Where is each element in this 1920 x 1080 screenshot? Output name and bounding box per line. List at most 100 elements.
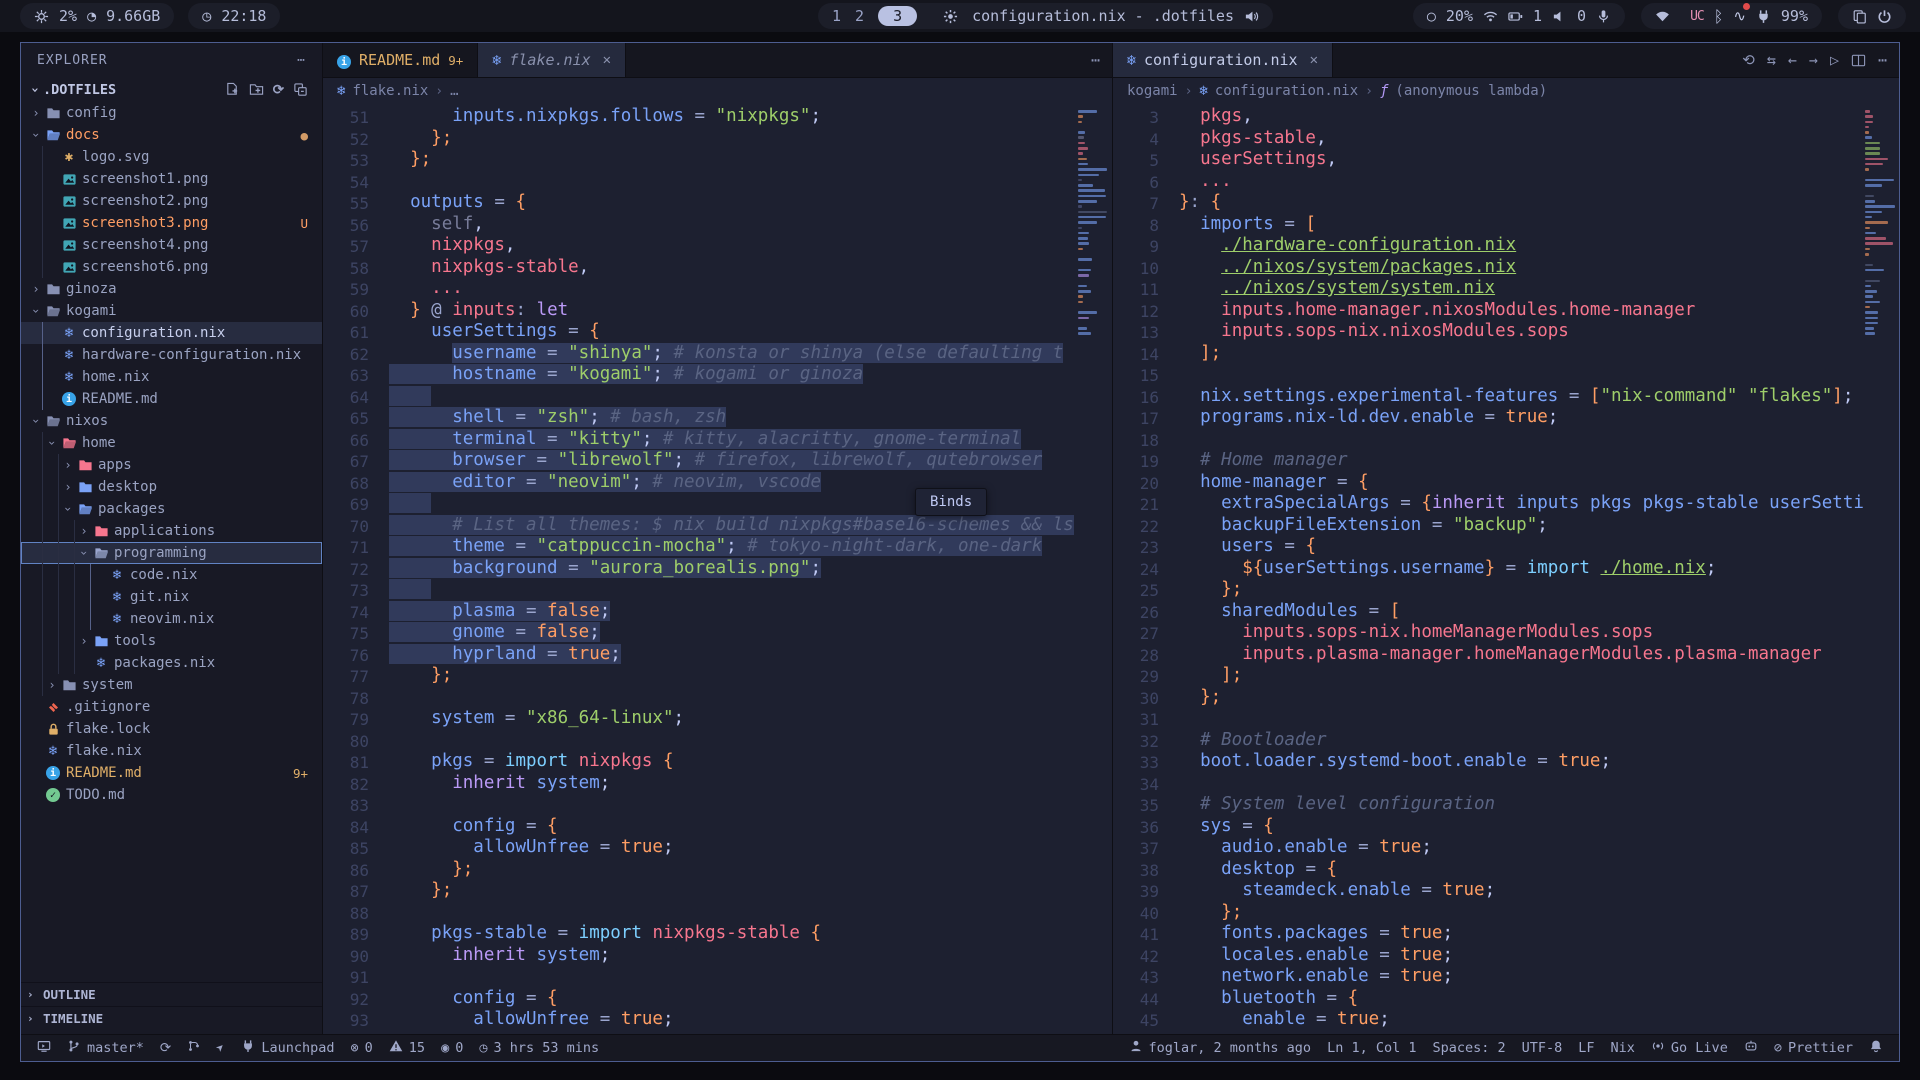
minimap-right[interactable] [1865,110,1897,338]
new-file-icon[interactable] [225,82,240,98]
tree-item-home[interactable]: ›home [21,432,322,454]
tree-item-screenshot1.png[interactable]: screenshot1.png [21,168,322,190]
chevron-right-icon[interactable]: › [77,524,91,538]
chevron-down-icon[interactable]: › [29,304,43,318]
topbar-pill-right-2[interactable] [1838,3,1906,29]
chevron-right-icon[interactable]: › [77,634,91,648]
status-item-nix[interactable]: Nix [1603,1035,1643,1061]
breadcrumb-right[interactable]: kogami›❄configuration.nix›ƒ(anonymous la… [1113,78,1899,104]
code-editor-left[interactable]: 51 inputs.nixpkgs.follows = "nixpkgs";52… [323,104,1112,1034]
status-item-warning[interactable]: 15 [381,1035,433,1061]
tree-item-README.md[interactable]: iREADME.md9+ [21,762,322,784]
tree-item-desktop[interactable]: ›desktop [21,476,322,498]
topbar-pill-right-1[interactable]: UCᛒ∿99% [1641,3,1822,29]
status-item-git-branch[interactable]: master* [59,1035,152,1061]
breadcrumb-item[interactable]: kogami [1127,83,1178,99]
tree-item-code.nix[interactable]: ❄code.nix [21,564,322,586]
close-icon[interactable]: ✕ [1310,52,1318,68]
minimap-left[interactable] [1078,110,1110,338]
breadcrumb-left[interactable]: ❄flake.nix›… [323,78,1112,104]
tree-item-ginoza[interactable]: ›ginoza [21,278,322,300]
status-item-error[interactable]: ⊗0 [343,1035,381,1061]
tab-configuration.nix[interactable]: ❄configuration.nix✕ [1113,43,1333,77]
tree-item-screenshot4.png[interactable]: screenshot4.png [21,234,322,256]
status-item-remote-window[interactable] [29,1035,59,1061]
tree-item-screenshot6.png[interactable]: screenshot6.png [21,256,322,278]
workspace-2[interactable]: 2 [855,7,864,25]
more-icon[interactable]: ⋯ [1091,51,1100,69]
tree-item-nixos[interactable]: ›nixos [21,410,322,432]
status-item-copilot[interactable] [1736,1035,1766,1061]
tree-item-system[interactable]: ›system [21,674,322,696]
compare-icon[interactable]: ⇆ [1767,51,1776,69]
tree-item-config[interactable]: ›config [21,102,322,124]
refresh-icon[interactable]: ⟳ [273,82,284,98]
breadcrumb-item[interactable]: (anonymous lambda) [1395,83,1547,99]
status-item-utf-8[interactable]: UTF-8 [1514,1035,1571,1061]
breadcrumb-item[interactable]: … [450,83,458,99]
chevron-right-icon[interactable]: › [61,480,75,494]
split-icon[interactable] [1851,53,1866,68]
tree-item-packages[interactable]: ›packages [21,498,322,520]
timeline-section[interactable]: › TIMELINE [21,1006,322,1030]
tree-item-programming[interactable]: ›programming [21,542,322,564]
history-icon[interactable]: ⟲ [1742,51,1755,69]
tab-README.md[interactable]: iREADME.md9+ [323,43,478,77]
chevron-right-icon[interactable]: › [29,106,43,120]
tree-item-TODO.md[interactable]: ✓TODO.md [21,784,322,806]
tree-item-README.md[interactable]: iREADME.md [21,388,322,410]
topbar-pill-right-0[interactable]: ○20%10 [1413,3,1625,29]
chevron-down-icon[interactable]: › [29,128,43,142]
status-item-sync[interactable]: ⟳ [152,1035,179,1061]
tree-item-home.nix[interactable]: ❄home.nix [21,366,322,388]
outline-section[interactable]: › OUTLINE [21,982,322,1006]
chevron-right-icon[interactable]: › [61,458,75,472]
tree-item-logo.svg[interactable]: ✱logo.svg [21,146,322,168]
collapse-icon[interactable] [293,82,308,98]
chevron-down-icon[interactable]: › [29,414,43,428]
status-item-broadcast[interactable]: ◉0 [433,1035,471,1061]
explorer-more-actions-icon[interactable]: ⋯ [297,53,306,68]
tree-item-packages.nix[interactable]: ❄packages.nix [21,652,322,674]
volume-icon[interactable] [1244,9,1259,24]
chevron-right-icon[interactable]: › [45,678,59,692]
breadcrumb-item[interactable]: flake.nix [352,83,428,99]
chevron-down-icon[interactable]: › [61,502,75,516]
status-item-ln-1-col-1[interactable]: Ln 1, Col 1 [1319,1035,1424,1061]
new-folder-icon[interactable] [249,82,264,98]
close-icon[interactable]: ✕ [603,52,611,68]
workspace-1[interactable]: 1 [832,7,841,25]
status-item-person[interactable]: foglar, 2 months ago [1121,1035,1320,1061]
workspace-root-row[interactable]: › .DOTFILES ⟳ [21,77,322,102]
status-item-git-graph[interactable] [179,1035,209,1061]
back-icon[interactable]: ← [1788,51,1797,69]
chevron-down-icon[interactable]: › [77,546,91,560]
status-item-lf[interactable]: LF [1570,1035,1602,1061]
status-item-spaces-2[interactable]: Spaces: 2 [1424,1035,1513,1061]
tree-item-neovim.nix[interactable]: ❄neovim.nix [21,608,322,630]
code-editor-right[interactable]: 3 pkgs,4 pkgs-stable,5 userSettings,6 ..… [1113,104,1899,1034]
tree-item-screenshot2.png[interactable]: screenshot2.png [21,190,322,212]
chevron-right-icon[interactable]: › [29,282,43,296]
tree-item-screenshot3.png[interactable]: screenshot3.pngU [21,212,322,234]
status-item-clock-small[interactable]: ◷3 hrs 53 mins [471,1035,607,1061]
tree-item-.gitignore[interactable]: .gitignore [21,696,322,718]
status-item-plug-small[interactable]: Launchpad [233,1035,342,1061]
tree-item-flake.lock[interactable]: flake.lock [21,718,322,740]
tree-item-docs[interactable]: ›docs● [21,124,322,146]
more-icon[interactable]: ⋯ [1878,51,1887,69]
topbar-pill-left-0[interactable]: 2%◔9.66GB [20,3,174,29]
status-item-prettier[interactable]: ⊘Prettier [1766,1035,1861,1061]
topbar-pill-left-1[interactable]: ◷22:18 [188,3,280,29]
status-item-go-live[interactable]: Go Live [1643,1035,1736,1061]
status-item-rocket[interactable]: ➤ [209,1035,233,1061]
tree-item-flake.nix[interactable]: ❄flake.nix [21,740,322,762]
status-item-bell[interactable] [1861,1035,1891,1061]
tree-item-applications[interactable]: ›applications [21,520,322,542]
chevron-down-icon[interactable]: › [45,436,59,450]
tab-flake.nix[interactable]: ❄flake.nix✕ [478,43,626,77]
tree-item-kogami[interactable]: ›kogami [21,300,322,322]
tree-item-tools[interactable]: ›tools [21,630,322,652]
tree-item-apps[interactable]: ›apps [21,454,322,476]
forward-icon[interactable]: → [1809,51,1818,69]
